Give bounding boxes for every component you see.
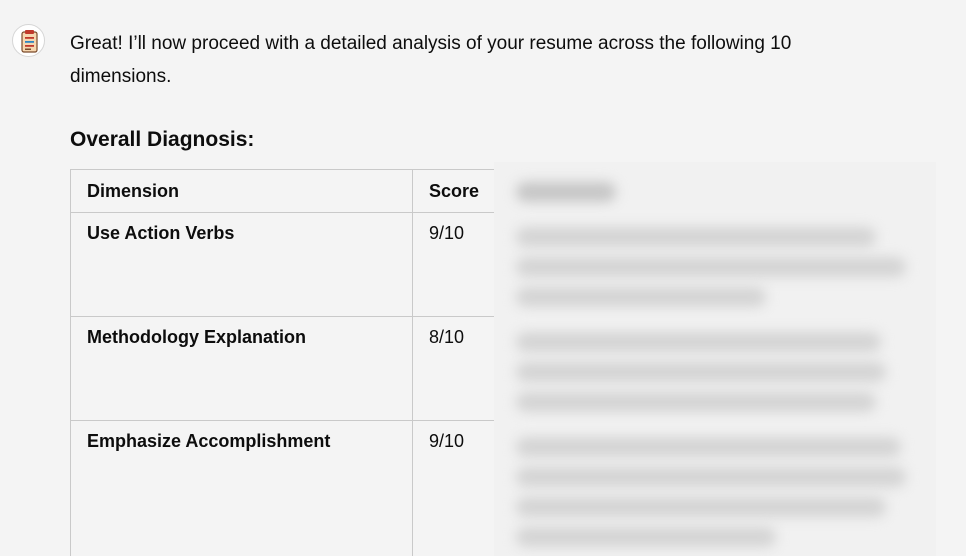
redacted-comments-overlay xyxy=(494,162,936,556)
dimension-cell: Emphasize Accomplishment xyxy=(70,420,413,556)
assistant-avatar xyxy=(12,24,45,57)
section-heading: Overall Diagnosis: xyxy=(70,128,255,151)
dimension-cell: Methodology Explanation xyxy=(70,316,413,421)
score-cell: 8/10 xyxy=(412,316,501,421)
assistant-message: Great! I’ll now proceed with a detailed … xyxy=(70,33,792,87)
dimension-cell: Use Action Verbs xyxy=(70,212,413,317)
column-header-score: Score xyxy=(412,169,501,213)
chat-page: Great! I’ll now proceed with a detailed … xyxy=(0,0,966,556)
score-cell: 9/10 xyxy=(412,212,501,317)
clipboard-checklist-icon xyxy=(21,30,38,53)
score-cell: 9/10 xyxy=(412,420,501,556)
column-header-dimension: Dimension xyxy=(70,169,413,213)
